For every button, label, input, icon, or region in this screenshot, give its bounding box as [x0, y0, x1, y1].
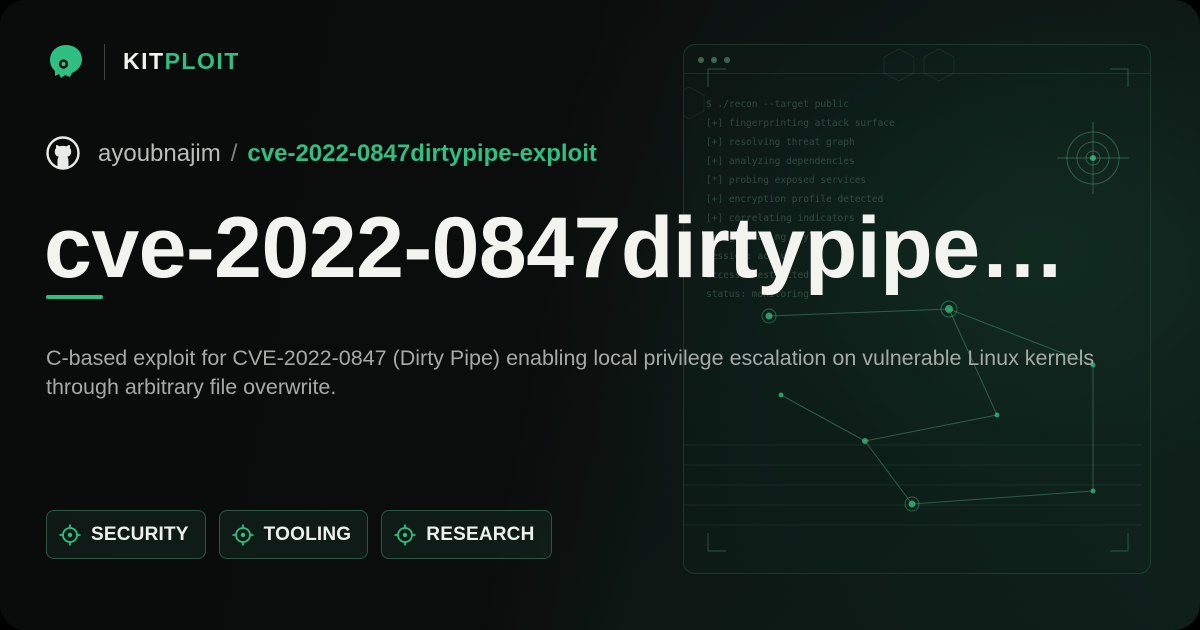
- tag-label: SECURITY: [91, 523, 189, 545]
- tag-label: TOOLING: [263, 523, 352, 545]
- tag-label: RESEARCH: [426, 523, 535, 545]
- repo-path-separator: /: [230, 140, 238, 167]
- tag-tooling[interactable]: TOOLING: [218, 510, 369, 559]
- crosshair-icon: [232, 524, 254, 545]
- terminal-decoration: $ ./recon --target public [+] fingerprint…: [683, 44, 1151, 574]
- page-title: cve-2022-0847dirtypipe…: [44, 200, 1066, 296]
- repo-description: C-based exploit for CVE-2022-0847 (Dirty…: [46, 346, 1095, 399]
- brand-name-part2: PLOIT: [164, 48, 240, 74]
- tag-list: SECURITY TOOLING RESEARCH: [46, 510, 552, 559]
- title-accent-underline: [46, 295, 103, 299]
- crosshair-icon: [394, 524, 416, 545]
- repo-card: $ ./recon --target public [+] fingerprint…: [0, 0, 1200, 630]
- tag-security[interactable]: SECURITY: [46, 510, 206, 559]
- repo-name[interactable]: cve-2022-0847dirtypipe-exploit: [247, 140, 597, 167]
- logo-divider: [104, 44, 105, 80]
- tag-research[interactable]: RESEARCH: [381, 510, 552, 559]
- brand-name-part1: KIT: [123, 48, 165, 74]
- crosshair-icon: [59, 524, 81, 545]
- repo-owner[interactable]: ayoubnajim: [98, 140, 221, 167]
- kitploit-hacker-head-icon: [50, 45, 82, 78]
- brand-wordmark: KITPLOIT: [123, 47, 240, 75]
- network-graph-decoration: [684, 48, 1142, 552]
- github-icon: [46, 136, 80, 170]
- repo-breadcrumb: ayoubnajim / cve-2022-0847dirtypipe-exploi…: [98, 139, 597, 169]
